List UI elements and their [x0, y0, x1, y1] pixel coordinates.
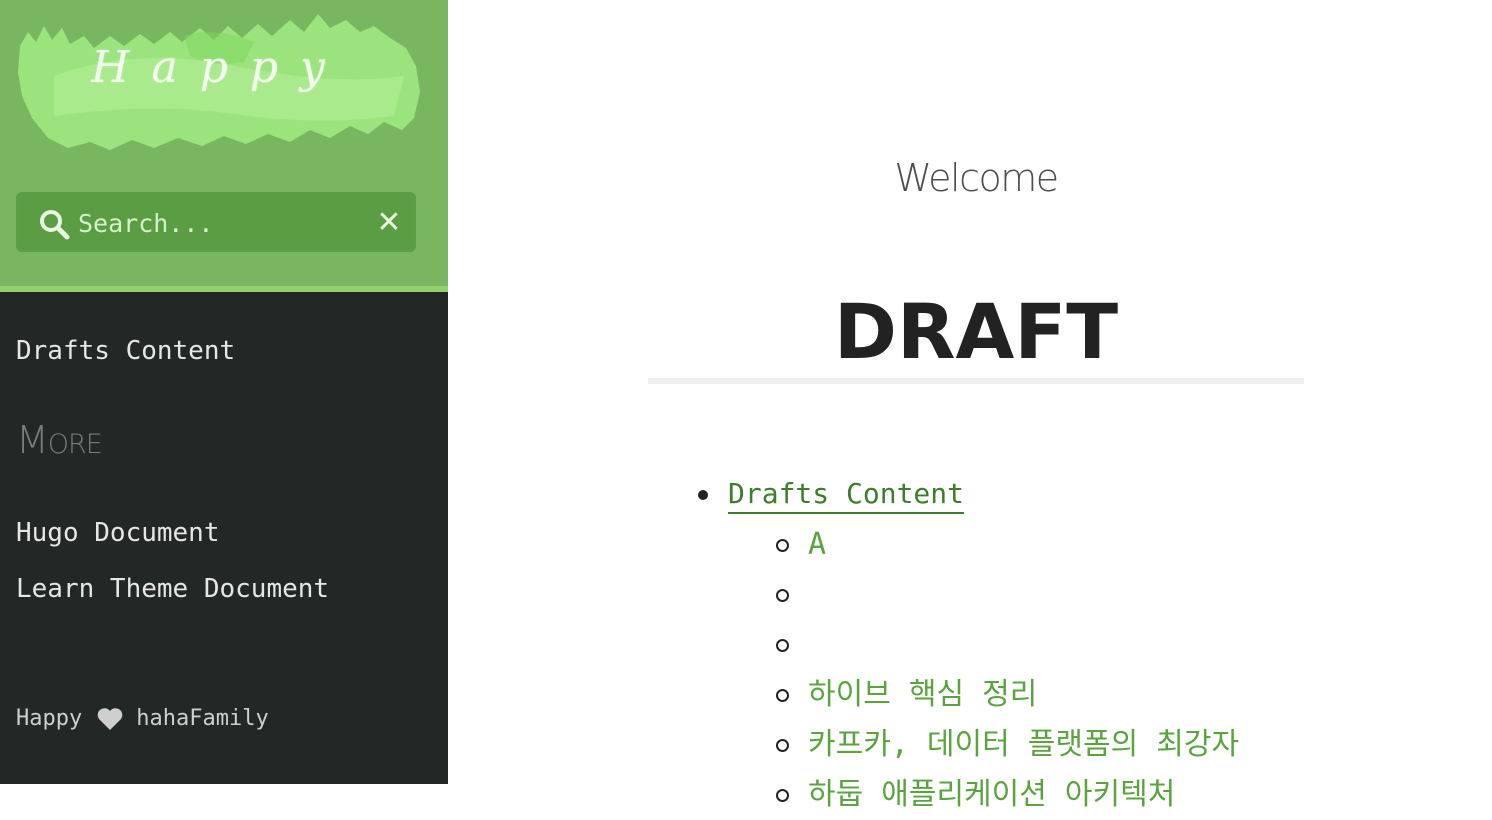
- bullet-circle-icon: [776, 589, 789, 602]
- sidebar-item-hugo-document[interactable]: Hugo Document: [16, 518, 220, 548]
- bullet-circle-icon: [776, 789, 789, 802]
- toc-link[interactable]: A: [808, 527, 826, 562]
- close-icon[interactable]: ✕: [374, 208, 404, 238]
- toc-link[interactable]: 하둡 애플리케이션 아키텍처: [808, 777, 1175, 812]
- bullet-circle-icon: [776, 539, 789, 552]
- logo[interactable]: Happy: [14, 6, 424, 156]
- sidebar: Happy ✕ Drafts Content More Hugo Documen…: [0, 0, 448, 784]
- sidebar-item-learn-theme-document[interactable]: Learn Theme Document: [16, 574, 329, 604]
- footer-left-text: Happy: [16, 706, 83, 731]
- main-content: Welcome DRAFT Drafts Content A 하이브 핵심 정리…: [448, 0, 1492, 812]
- sidebar-item-drafts-content[interactable]: Drafts Content: [16, 336, 235, 366]
- page-title: DRAFT: [833, 287, 1119, 376]
- search-box: ✕: [16, 192, 416, 252]
- title-divider: [648, 378, 1304, 384]
- list-item: [776, 570, 1239, 620]
- search-input[interactable]: [78, 206, 358, 240]
- header-divider: [0, 286, 448, 292]
- toc-link[interactable]: 하이브 핵심 정리: [808, 677, 1037, 712]
- logo-text: Happy: [91, 42, 347, 93]
- footer-right-text: hahaFamily: [136, 706, 269, 731]
- toc-link-drafts-content[interactable]: Drafts Content: [728, 477, 965, 514]
- more-heading: More: [16, 418, 103, 462]
- footer: Happy hahaFamily: [16, 706, 269, 731]
- list-item: 하둡 애플리케이션 아키텍처: [776, 770, 1239, 820]
- table-of-contents: Drafts Content A 하이브 핵심 정리 카프카, 데이터 플랫폼의…: [698, 470, 1239, 820]
- search-icon: [40, 210, 70, 240]
- list-item: [776, 620, 1239, 670]
- list-item: A: [776, 520, 1239, 570]
- bullet-circle-icon: [776, 639, 789, 652]
- bullet-icon: [698, 490, 708, 500]
- bullet-circle-icon: [776, 739, 789, 752]
- toc-link[interactable]: 카프카, 데이터 플랫폼의 최강자: [808, 727, 1239, 762]
- toc-sublist: A 하이브 핵심 정리 카프카, 데이터 플랫폼의 최강자 하둡 애플리케이션 …: [728, 520, 1239, 820]
- list-item: 카프카, 데이터 플랫폼의 최강자: [776, 720, 1239, 770]
- list-item: 하이브 핵심 정리: [776, 670, 1239, 720]
- list-item: Drafts Content A 하이브 핵심 정리 카프카, 데이터 플랫폼의…: [698, 470, 1239, 820]
- bullet-circle-icon: [776, 689, 789, 702]
- welcome-text: Welcome: [894, 156, 1059, 200]
- heart-icon: [97, 707, 123, 730]
- sidebar-header: Happy ✕: [0, 0, 448, 286]
